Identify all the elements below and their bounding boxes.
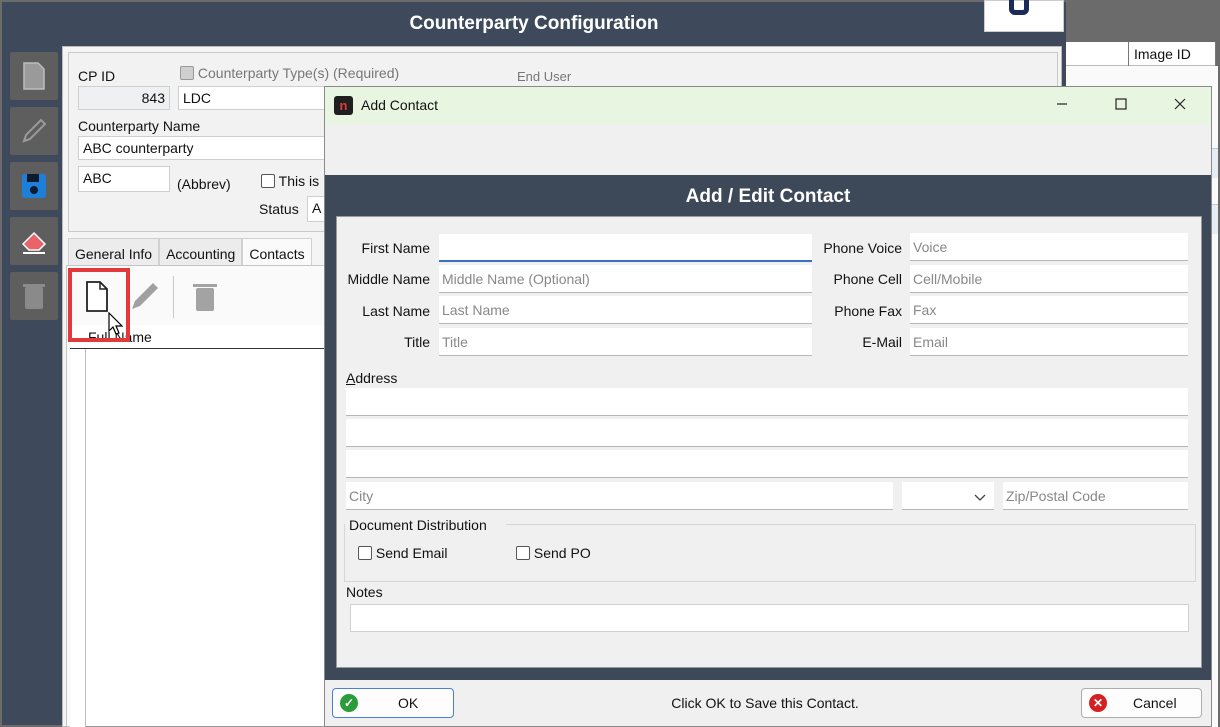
send-email-checkbox[interactable] (358, 546, 372, 560)
dialog-title: Add Contact (361, 97, 439, 113)
grid-row-header (70, 325, 86, 727)
title-label: Title (404, 334, 430, 350)
notes-label: Notes (346, 584, 383, 600)
cancel-label: Cancel (1133, 695, 1177, 711)
status-label: Status (259, 201, 299, 217)
send-po-option[interactable]: Send PO (516, 545, 591, 561)
middle-name-input[interactable] (439, 265, 812, 293)
new-document-icon (21, 61, 47, 91)
address-line-1-input[interactable] (346, 388, 1188, 416)
close-icon (1174, 97, 1186, 113)
email-input[interactable] (910, 328, 1188, 356)
edit-pencil-icon[interactable] (128, 279, 162, 316)
middle-name-label: Middle Name (347, 271, 430, 287)
last-name-input[interactable] (439, 296, 812, 324)
address-line-3-input[interactable] (346, 450, 1188, 478)
this-is-label[interactable]: This is (261, 173, 319, 189)
address-line-2-input[interactable] (346, 419, 1188, 447)
save-button[interactable] (10, 162, 58, 210)
notes-input[interactable] (350, 604, 1189, 632)
abbrev-field[interactable]: ABC (78, 166, 170, 192)
address-label: Address (346, 370, 398, 386)
counterparty-name-field[interactable]: ABC counterparty (78, 136, 328, 160)
tab-general-info[interactable]: General Info (68, 238, 160, 266)
last-name-label: Last Name (362, 303, 430, 319)
close-button[interactable] (1160, 90, 1200, 120)
this-is-checkbox[interactable] (261, 174, 275, 188)
phone-cell-label: Phone Cell (833, 271, 903, 287)
send-po-label: Send PO (533, 545, 591, 561)
save-disk-icon (19, 171, 49, 201)
edit-pencil-icon (19, 116, 49, 146)
cancel-x-icon: ✕ (1089, 694, 1107, 712)
trash-icon[interactable] (190, 280, 220, 317)
counterparty-name-label: Counterparty Name (78, 118, 201, 134)
email-label: E-Mail (862, 334, 902, 350)
send-po-checkbox[interactable] (516, 546, 530, 560)
title-input[interactable] (439, 328, 812, 356)
new-button[interactable] (10, 52, 58, 100)
group-border-top (506, 524, 1196, 525)
toolbar-separator (173, 276, 174, 318)
first-name-input[interactable] (439, 234, 812, 262)
counterparty-type-label: Counterparty Type(s) (Required) (180, 65, 399, 81)
phone-voice-input[interactable] (910, 233, 1188, 261)
cp-id-label: CP ID (78, 68, 116, 84)
phone-voice-label: Phone Voice (823, 240, 902, 256)
chevron-down-icon (974, 489, 986, 505)
cp-id-field: 843 (78, 86, 170, 110)
state-select[interactable] (902, 482, 994, 510)
tab-bar: General Info Accounting Contacts (68, 238, 312, 266)
document-distribution-label: Document Distribution (349, 517, 487, 533)
send-email-label: Send Email (375, 545, 448, 561)
tab-contacts[interactable]: Contacts (242, 238, 312, 266)
check-icon: ✓ (340, 694, 358, 712)
minimize-button[interactable] (1042, 90, 1082, 120)
mouse-cursor-icon (108, 311, 124, 339)
tab-accounting[interactable]: Accounting (159, 238, 243, 266)
dialog-header: Add / Edit Contact (685, 186, 851, 207)
ok-button[interactable]: ✓ OK (332, 688, 454, 718)
send-email-option[interactable]: Send Email (358, 545, 447, 561)
maximize-button[interactable] (1101, 90, 1141, 120)
phone-fax-input[interactable] (910, 296, 1188, 324)
image-id-column-header[interactable]: Image ID (1128, 42, 1216, 66)
phone-fax-label: Phone Fax (834, 303, 902, 319)
city-input[interactable] (346, 482, 893, 510)
app-icon: n (334, 96, 353, 115)
end-user-label: End User (517, 69, 572, 84)
counterparty-type-checkbox[interactable] (180, 66, 194, 80)
abbrev-label: (Abbrev) (177, 176, 231, 192)
minimize-icon (1056, 97, 1068, 113)
edit-button[interactable] (10, 107, 58, 155)
contacts-grid[interactable] (70, 325, 326, 727)
clear-button[interactable] (10, 217, 58, 265)
company-logo (984, 0, 1064, 32)
dialog-toolbar-strip (325, 125, 1211, 175)
delete-button[interactable] (10, 272, 58, 320)
trash-icon (20, 281, 48, 311)
first-name-label: First Name (361, 240, 430, 256)
zip-input[interactable] (1003, 482, 1188, 510)
phone-cell-input[interactable] (910, 265, 1188, 293)
counterparty-type-field[interactable]: LDC (178, 86, 328, 110)
cancel-button[interactable]: ✕ Cancel (1081, 688, 1202, 718)
ok-label: OK (398, 695, 419, 711)
eraser-icon (19, 226, 49, 256)
window-title: Counterparty Configuration (409, 13, 659, 34)
maximize-icon (1115, 97, 1127, 113)
status-message: Click OK to Save this Contact. (671, 695, 859, 711)
